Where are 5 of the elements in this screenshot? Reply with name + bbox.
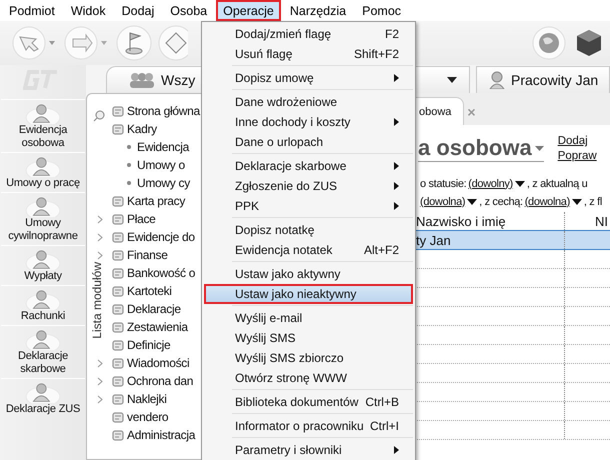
filter-label: , z aktualną u [526, 178, 588, 190]
filter-label: , z fl [584, 196, 602, 208]
filter-label: , z cechą: [479, 196, 523, 208]
panel-title: Lista modułów [90, 262, 104, 339]
filter-label: o statusie: [420, 178, 466, 190]
